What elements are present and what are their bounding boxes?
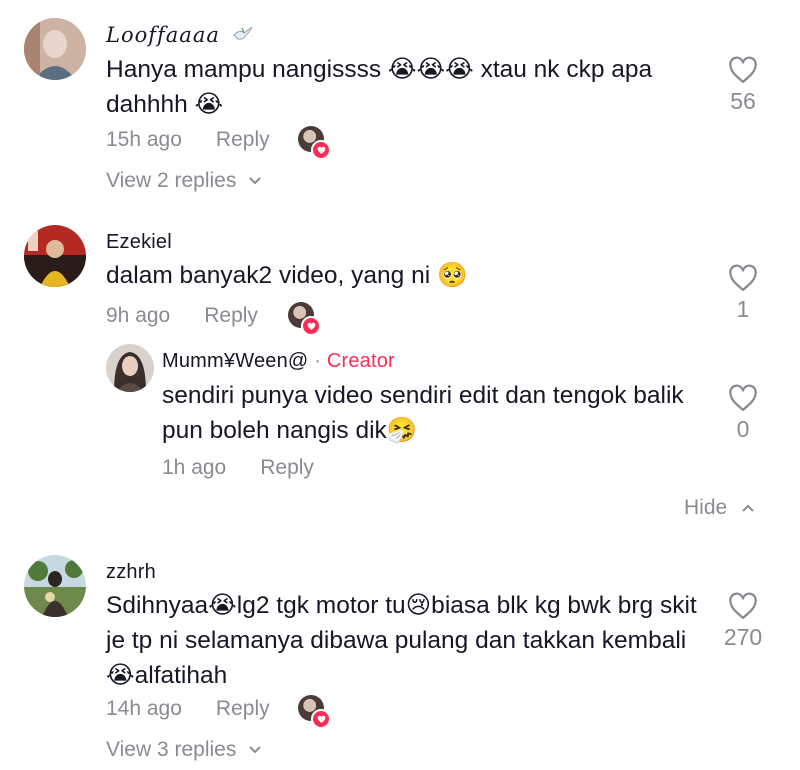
view-replies-button[interactable]: View 3 replies bbox=[106, 738, 262, 762]
heart-outline-icon[interactable] bbox=[728, 592, 758, 620]
chevron-up-icon bbox=[742, 504, 754, 512]
comment-meta: 9h ago Reply bbox=[106, 304, 292, 328]
chevron-down-icon bbox=[249, 746, 261, 754]
like-button[interactable]: 0 bbox=[708, 384, 778, 443]
comment-item: zzhrh Sdihnyaa😭lg2 tgk motor tu😢biasa bl… bbox=[0, 530, 800, 770]
timestamp: 14h ago bbox=[106, 697, 182, 720]
heart-badge-icon bbox=[301, 316, 321, 336]
avatar[interactable] bbox=[24, 18, 86, 80]
heart-outline-icon[interactable] bbox=[728, 264, 758, 292]
comment-username[interactable]: Looffaaaa bbox=[106, 23, 254, 47]
heart-outline-icon[interactable] bbox=[728, 56, 758, 84]
timestamp: 9h ago bbox=[106, 304, 171, 327]
hide-label[interactable]: Hide bbox=[684, 496, 727, 519]
like-count: 1 bbox=[736, 296, 750, 322]
hide-replies-button[interactable]: Hide bbox=[684, 496, 755, 520]
reply-username[interactable]: Mumm¥Ween@ bbox=[162, 350, 308, 372]
creator-badge: Creator bbox=[326, 350, 395, 372]
like-count: 0 bbox=[736, 416, 750, 442]
reply-button[interactable]: Reply bbox=[204, 304, 258, 327]
view-replies-button[interactable]: View 2 replies bbox=[106, 169, 262, 193]
comment-meta: 15h ago Reply bbox=[106, 128, 304, 152]
chevron-down-icon bbox=[249, 177, 261, 185]
like-button[interactable]: 56 bbox=[708, 56, 778, 115]
comment-meta: 14h ago Reply bbox=[106, 697, 304, 721]
reply-username-row: Mumm¥Ween@ · Creator bbox=[162, 350, 395, 373]
timestamp: 15h ago bbox=[106, 128, 182, 151]
like-button[interactable]: 1 bbox=[708, 264, 778, 323]
like-count: 270 bbox=[723, 624, 763, 650]
like-button[interactable]: 270 bbox=[708, 592, 778, 651]
view-replies-label[interactable]: View 2 replies bbox=[106, 169, 236, 192]
like-count: 56 bbox=[730, 88, 756, 114]
avatar[interactable] bbox=[24, 225, 86, 287]
timestamp: 1h ago bbox=[162, 456, 227, 479]
reply-text: sendiri punya video sendiri edit dan ten… bbox=[162, 382, 684, 444]
reply-button[interactable]: Reply bbox=[260, 456, 314, 479]
comment-username[interactable]: Ezekiel bbox=[106, 231, 172, 254]
comment-text: Hanya mampu nangissss 😭😭😭 xtau nk ckp ap… bbox=[106, 56, 653, 118]
comment-text: Sdihnyaa😭lg2 tgk motor tu😢biasa blk kg b… bbox=[106, 592, 697, 689]
reply-button[interactable]: Reply bbox=[216, 697, 270, 720]
heart-badge-icon bbox=[311, 140, 331, 160]
comment-text: dalam banyak2 video, yang ni 🥺 bbox=[106, 262, 468, 289]
view-replies-label[interactable]: View 3 replies bbox=[106, 738, 236, 761]
heart-outline-icon[interactable] bbox=[728, 384, 758, 412]
reply-button[interactable]: Reply bbox=[216, 128, 270, 151]
separator-dot: · bbox=[314, 350, 322, 372]
avatar[interactable] bbox=[24, 555, 86, 617]
avatar[interactable] bbox=[106, 344, 154, 392]
dove-icon bbox=[232, 26, 252, 40]
comment-item: Ezekiel dalam banyak2 video, yang ni 🥺 9… bbox=[0, 200, 800, 530]
heart-badge-icon bbox=[311, 709, 331, 729]
comment-item: Looffaaaa Hanya mampu nangissss 😭😭😭 xtau… bbox=[0, 0, 800, 200]
username-text[interactable]: Looffaaaa bbox=[106, 23, 220, 47]
reply-meta: 1h ago Reply bbox=[162, 456, 348, 480]
comment-username[interactable]: zzhrh bbox=[106, 561, 156, 584]
